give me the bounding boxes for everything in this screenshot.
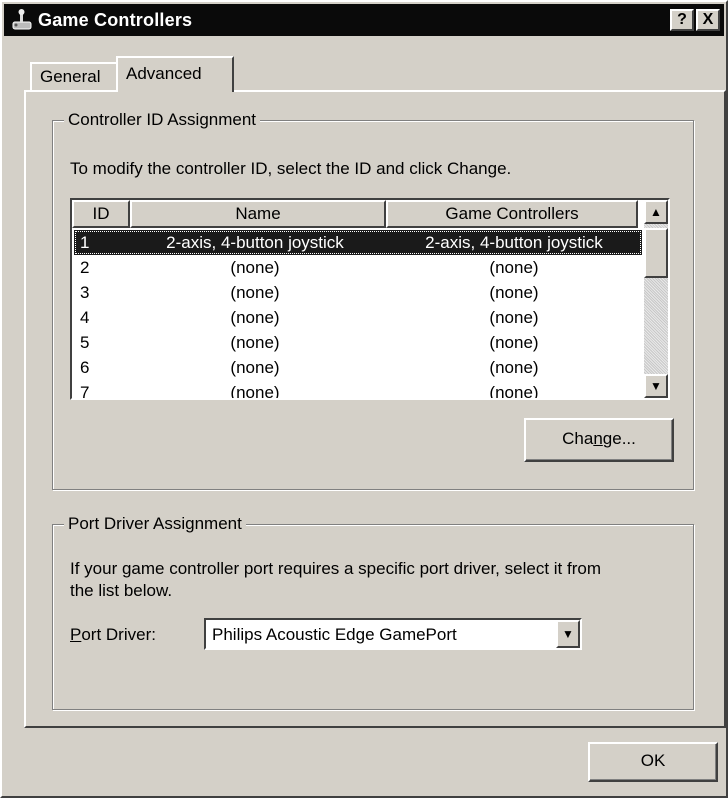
close-button[interactable]: X	[696, 9, 720, 31]
ok-button[interactable]: OK	[588, 742, 718, 782]
port-driver-instructions-line2: the list below.	[70, 581, 173, 600]
window-title: Game Controllers	[38, 10, 193, 30]
port-driver-instructions-line1: If your game controller port requires a …	[70, 559, 601, 578]
help-button[interactable]: ?	[670, 9, 694, 31]
cell-name: (none)	[230, 358, 280, 377]
port-driver-value: Philips Acoustic Edge GamePort	[212, 625, 457, 644]
table-row[interactable]: 3 (none) (none)	[74, 280, 642, 305]
cell-name: (none)	[230, 383, 280, 400]
cell-game-controller: (none)	[489, 283, 539, 302]
cell-name: (none)	[230, 283, 280, 302]
change-label-mnemonic: n	[593, 429, 603, 448]
table-row[interactable]: 2 (none) (none)	[74, 255, 642, 280]
cell-game-controller: (none)	[489, 333, 539, 352]
table-row[interactable]: 5 (none) (none)	[74, 330, 642, 355]
cell-id: 4	[80, 308, 90, 327]
cell-game-controller: (none)	[489, 383, 539, 400]
change-label-post: ge...	[602, 429, 636, 448]
table-row[interactable]: 7 (none) (none)	[74, 380, 642, 400]
port-driver-group	[52, 524, 694, 710]
tab-advanced[interactable]: Advanced	[116, 56, 234, 92]
cell-game-controller: 2-axis, 4-button joystick	[425, 233, 603, 252]
change-label-pre: Cha	[562, 429, 594, 448]
title-bar[interactable]: Game Controllers ? X	[4, 4, 724, 36]
column-header-name[interactable]: Name	[130, 200, 386, 228]
cell-game-controller: (none)	[489, 358, 539, 377]
cell-id: 6	[80, 358, 90, 377]
cell-name: (none)	[230, 308, 280, 327]
cell-id: 7	[80, 383, 90, 400]
controller-id-instructions: To modify the controller ID, select the …	[70, 159, 512, 178]
cell-name: (none)	[230, 333, 280, 352]
port-driver-legend: Port Driver Assignment	[64, 514, 246, 534]
scroll-thumb[interactable]	[644, 228, 668, 278]
joystick-icon	[12, 9, 32, 30]
tab-general[interactable]: General	[30, 62, 118, 90]
controller-id-legend: Controller ID Assignment	[64, 110, 261, 130]
scroll-up-arrow-icon[interactable]: ▲	[644, 200, 668, 224]
change-button[interactable]: Change...	[524, 418, 674, 462]
cell-name: 2-axis, 4-button joystick	[166, 233, 344, 252]
cell-name: (none)	[230, 258, 280, 277]
list-header: ID Name Game Controllers	[72, 200, 668, 228]
cell-id: 2	[80, 258, 90, 277]
dropdown-arrow-icon[interactable]: ▼	[556, 620, 580, 648]
cell-id: 1	[80, 233, 90, 252]
cell-game-controller: (none)	[489, 258, 539, 277]
list-scrollbar[interactable]: ▲ ▼	[644, 200, 668, 398]
controller-list[interactable]: ID Name Game Controllers 1 2-axis, 4-butt…	[70, 198, 670, 400]
column-header-game-controllers[interactable]: Game Controllers	[386, 200, 638, 228]
table-row[interactable]: 4 (none) (none)	[74, 305, 642, 330]
port-driver-label-rest: ort Driver:	[81, 625, 156, 644]
cell-id: 3	[80, 283, 90, 302]
column-header-id[interactable]: ID	[72, 200, 130, 228]
port-driver-label-mnemonic: P	[70, 625, 82, 644]
game-controllers-window: Game Controllers ? X General Advanced Co…	[0, 0, 728, 798]
table-row[interactable]: 6 (none) (none)	[74, 355, 642, 380]
scroll-down-arrow-icon[interactable]: ▼	[644, 374, 668, 398]
cell-id: 5	[80, 333, 90, 352]
port-driver-select[interactable]: Philips Acoustic Edge GamePort ▼	[204, 618, 582, 650]
cell-game-controller: (none)	[489, 308, 539, 327]
table-row[interactable]: 1 2-axis, 4-button joystick 2-axis, 4-butt…	[74, 230, 642, 255]
port-driver-label: Port Driver:	[70, 624, 156, 646]
